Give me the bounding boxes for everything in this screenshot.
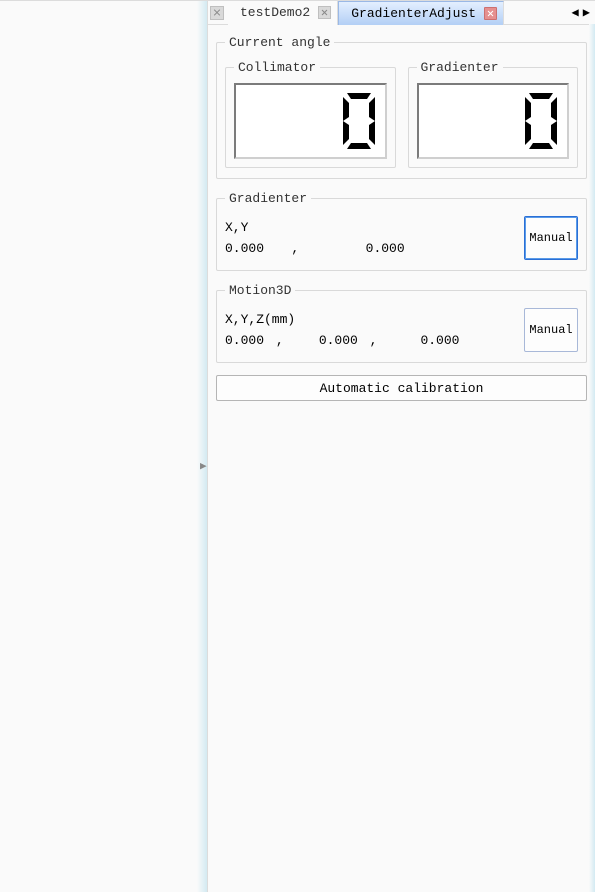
app-frame: ▶ testDemo2 GradienterAdjust ◀ ▶ Current… <box>0 0 595 892</box>
sidebar-collapse-arrow[interactable]: ▶ <box>200 459 208 475</box>
motion3d-coord-label: X,Y,Z(mm) <box>225 312 518 327</box>
collimator-legend: Collimator <box>234 60 320 75</box>
seven-segment-zero-icon <box>521 91 561 151</box>
gradienter-coord-label: X,Y <box>225 220 518 235</box>
gradienter-angle-group: Gradienter <box>408 60 579 168</box>
tab-testdemo2[interactable]: testDemo2 <box>228 1 338 25</box>
collimator-display <box>234 83 387 159</box>
tab-prev-icon[interactable]: ◀ <box>571 5 580 20</box>
motion3d-x-value: 0.000 <box>225 333 264 348</box>
collimator-group: Collimator <box>225 60 396 168</box>
motion3d-legend: Motion3D <box>225 283 295 298</box>
main-panel: testDemo2 GradienterAdjust ◀ ▶ Current a… <box>208 1 595 892</box>
gradienter-manual-button[interactable]: Manual <box>524 216 578 260</box>
tab-close-prev-icon[interactable] <box>210 6 224 20</box>
motion3d-sep1: , <box>268 333 315 348</box>
automatic-calibration-button[interactable]: Automatic calibration <box>216 375 587 401</box>
gradienter-legend: Gradienter <box>225 191 311 206</box>
seven-segment-zero-icon <box>339 91 379 151</box>
angle-row: Collimator <box>225 60 578 168</box>
gradienter-values: 0.000 , 0.000 <box>225 241 518 256</box>
close-icon[interactable] <box>318 6 331 19</box>
gradienter-display <box>417 83 570 159</box>
motion3d-xyz-inner: X,Y,Z(mm) 0.000 , 0.000 , 0.000 <box>225 312 518 348</box>
close-icon[interactable] <box>484 7 497 20</box>
tab-label: GradienterAdjust <box>351 6 476 21</box>
tab-label: testDemo2 <box>240 5 310 20</box>
right-edge-gradient <box>589 24 595 892</box>
gradienter-group: Gradienter X,Y 0.000 , 0.000 Manual <box>216 191 587 271</box>
gradienter-x-value: 0.000 <box>225 241 264 256</box>
motion3d-z-value: 0.000 <box>420 333 459 348</box>
motion3d-values: 0.000 , 0.000 , 0.000 <box>225 333 518 348</box>
current-angle-group: Current angle Collimator <box>216 35 587 179</box>
motion3d-y-value: 0.000 <box>319 333 358 348</box>
left-sidebar: ▶ <box>0 1 208 892</box>
tab-nav: ◀ ▶ <box>571 5 595 20</box>
motion3d-group: Motion3D X,Y,Z(mm) 0.000 , 0.000 , 0.000 <box>216 283 587 363</box>
motion3d-xyz-row: X,Y,Z(mm) 0.000 , 0.000 , 0.000 Manual <box>225 308 578 352</box>
gradienter-sep: , <box>268 241 362 256</box>
sidebar-gradient <box>197 1 207 892</box>
tab-bar: testDemo2 GradienterAdjust ◀ ▶ <box>208 1 595 25</box>
motion3d-manual-button[interactable]: Manual <box>524 308 578 352</box>
gradienter-xy-row: X,Y 0.000 , 0.000 Manual <box>225 216 578 260</box>
gradienter-xy-inner: X,Y 0.000 , 0.000 <box>225 220 518 256</box>
tab-gradienteradjust[interactable]: GradienterAdjust <box>338 1 504 25</box>
current-angle-legend: Current angle <box>225 35 334 50</box>
tab-next-icon[interactable]: ▶ <box>582 5 591 20</box>
gradienter-angle-legend: Gradienter <box>417 60 503 75</box>
motion3d-sep2: , <box>362 333 417 348</box>
content-area: Current angle Collimator <box>208 25 595 892</box>
gradienter-y-value: 0.000 <box>366 241 405 256</box>
